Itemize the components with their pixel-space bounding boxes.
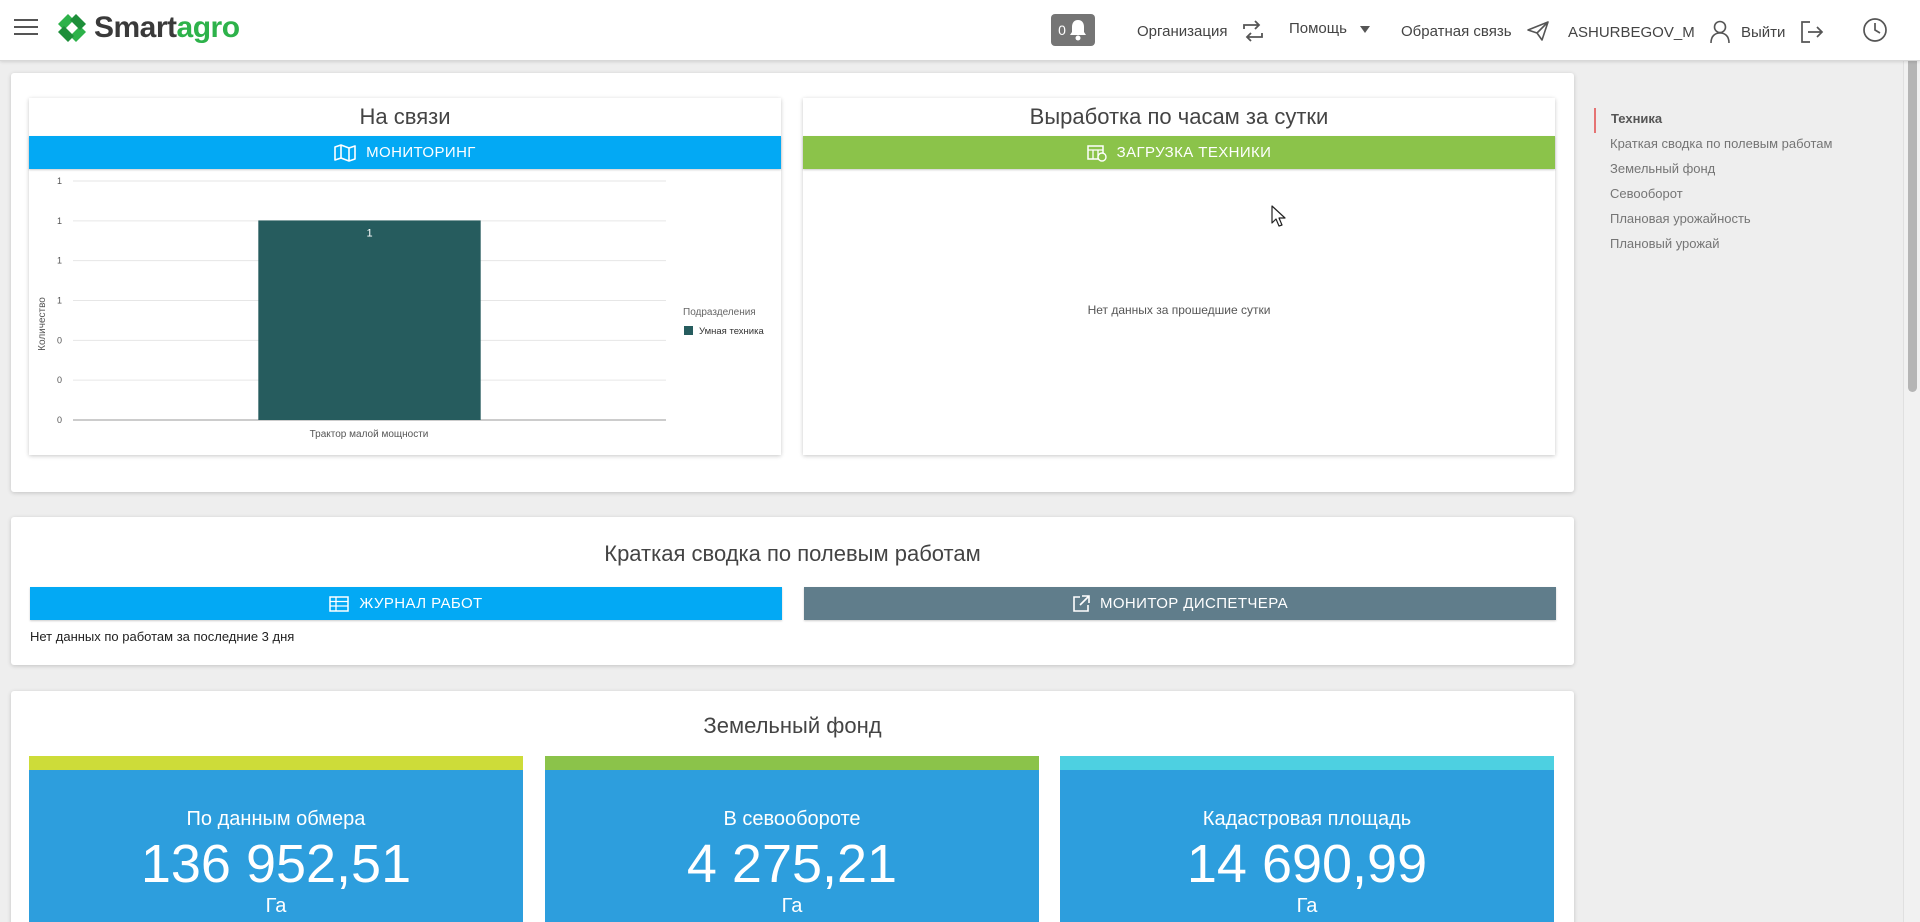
logout-button[interactable]: Выйти	[1741, 20, 1825, 44]
monitoring-label: МОНИТОРИНГ	[366, 144, 476, 161]
table-icon	[329, 595, 350, 612]
notifications-count: 0	[1058, 22, 1066, 38]
page-section-nav: Техника Краткая сводка по полевым работа…	[1594, 108, 1832, 258]
side-nav-item-crop-rotation[interactable]: Севооборот	[1594, 183, 1832, 208]
stat-accent-bar	[29, 756, 523, 770]
online-bar-chart: 0 0 0 1 1 1 1 1 Количество Трактор малой мощно…	[37, 176, 764, 440]
equipment-load-button[interactable]: ЗАГРУЗКА ТЕХНИКИ	[803, 136, 1555, 169]
stat-unit: Га	[781, 895, 803, 917]
feedback-link[interactable]: Обратная связь	[1401, 20, 1550, 42]
technics-section: На связи МОНИТОРИНГ 0 0 0 1 1 1 1 1 Количество…	[11, 73, 1574, 492]
logo-mark-icon	[58, 14, 86, 42]
stat-value: 136 952,51	[140, 834, 412, 894]
stat-card-measured: По данным обмера 136 952,51 Га	[29, 756, 523, 922]
y-tick-label: 0	[57, 335, 62, 345]
legend-series-label: Умная техника	[699, 326, 764, 337]
bar	[258, 220, 481, 420]
online-panel: На связи МОНИТОРИНГ 0 0 0 1 1 1 1 1 Количество…	[29, 98, 781, 455]
hourly-output-panel: Выработка по часам за сутки ЗАГРУЗКА ТЕХ…	[803, 98, 1555, 455]
mouse-cursor-icon	[1271, 205, 1286, 227]
stat-label: Кадастровая площадь	[1202, 808, 1412, 830]
work-journal-button[interactable]: ЖУРНАЛ РАБОТ	[30, 587, 782, 620]
clock-icon	[1862, 17, 1888, 43]
y-tick-label: 1	[57, 176, 62, 186]
smartagro-logo[interactable]: Smartagro	[54, 10, 240, 46]
side-nav-item-land-fund[interactable]: Земельный фонд	[1594, 158, 1832, 183]
notifications-button[interactable]: 0	[1051, 14, 1095, 46]
bar-data-label: 1	[366, 227, 372, 239]
chart-bars: 1	[258, 220, 481, 420]
logout-label: Выйти	[1741, 23, 1786, 41]
legend-swatch	[684, 326, 693, 335]
y-tick-labels: 0 0 0 1 1 1 1	[57, 176, 62, 425]
map-icon	[334, 143, 356, 162]
side-nav-item-technics[interactable]: Техника	[1594, 108, 1832, 133]
field-works-summary-title: Краткая сводка по полевым работам	[604, 541, 981, 566]
x-category-label: Трактор малой мощности	[310, 429, 429, 440]
organization-switch[interactable]: Организация	[1137, 20, 1265, 42]
feedback-label: Обратная связь	[1401, 22, 1512, 40]
hamburger-menu-icon[interactable]	[14, 19, 38, 39]
history-button[interactable]	[1862, 17, 1888, 43]
dispatcher-monitor-button[interactable]: МОНИТОР ДИСПЕТЧЕРА	[804, 587, 1556, 620]
side-nav-item-field-summary[interactable]: Краткая сводка по полевым работам	[1594, 133, 1832, 158]
bell-icon	[1069, 20, 1086, 41]
equipment-load-icon	[1086, 144, 1107, 162]
field-works-empty-text: Нет данных по работам за последние 3 дня	[30, 629, 295, 644]
side-nav-item-planned-yield[interactable]: Плановая урожайность	[1594, 208, 1832, 233]
side-nav-item-planned-harvest[interactable]: Плановый урожай	[1594, 233, 1832, 258]
equipment-load-label: ЗАГРУЗКА ТЕХНИКИ	[1116, 144, 1272, 161]
organization-label: Организация	[1137, 22, 1228, 40]
stat-label: По данным обмера	[186, 808, 366, 830]
logo-text-agro: agro	[176, 11, 241, 44]
swap-icon	[1241, 20, 1265, 42]
help-dropdown[interactable]: Помощь	[1289, 20, 1371, 37]
scrollbar-thumb[interactable]	[1908, 24, 1917, 392]
stat-unit: Га	[1296, 895, 1318, 917]
y-tick-label: 0	[57, 375, 62, 385]
y-axis-label: Количество	[37, 297, 48, 351]
field-works-summary-section: Краткая сводка по полевым работам ЖУРНАЛ…	[11, 517, 1574, 665]
hourly-output-title: Выработка по часам за сутки	[1029, 104, 1329, 129]
y-tick-label: 1	[57, 296, 62, 306]
online-title: На связи	[359, 104, 451, 129]
send-icon	[1526, 20, 1550, 42]
monitoring-button[interactable]: МОНИТОРИНГ	[29, 136, 781, 169]
user-icon	[1709, 20, 1731, 44]
y-tick-label: 1	[57, 256, 62, 266]
top-header: Smartagro 0 Организация Помощь Обратная …	[0, 0, 1920, 61]
caret-down-icon	[1359, 24, 1371, 34]
logo-text-smart: Smart	[94, 11, 177, 44]
stat-unit: Га	[265, 895, 287, 917]
y-tick-label: 1	[57, 216, 62, 226]
work-journal-label: ЖУРНАЛ РАБОТ	[359, 595, 483, 612]
hourly-empty-text: Нет данных за прошедшие сутки	[1087, 303, 1271, 317]
stat-card-cadastral: Кадастровая площадь 14 690,99 Га	[1060, 756, 1554, 922]
stat-label: В севообороте	[723, 808, 861, 830]
stat-accent-bar	[1060, 756, 1554, 770]
stat-value: 4 275,21	[686, 834, 898, 894]
y-tick-label: 0	[57, 415, 62, 425]
legend-title: Подразделения	[683, 307, 756, 318]
land-fund-title: Земельный фонд	[703, 713, 882, 738]
dispatcher-monitor-label: МОНИТОР ДИСПЕТЧЕРА	[1099, 595, 1289, 612]
help-label: Помощь	[1289, 20, 1347, 37]
logout-icon	[1799, 20, 1825, 44]
stat-card-crop-rotation: В севообороте 4 275,21 Га	[545, 756, 1039, 922]
external-link-icon	[1073, 594, 1090, 612]
stat-accent-bar	[545, 756, 1039, 770]
user-profile[interactable]: ASHURBEGOV_M	[1568, 20, 1731, 44]
page-scrollbar[interactable]	[1903, 0, 1920, 922]
username-label: ASHURBEGOV_M	[1568, 23, 1695, 41]
stat-value: 14 690,99	[1186, 834, 1428, 894]
